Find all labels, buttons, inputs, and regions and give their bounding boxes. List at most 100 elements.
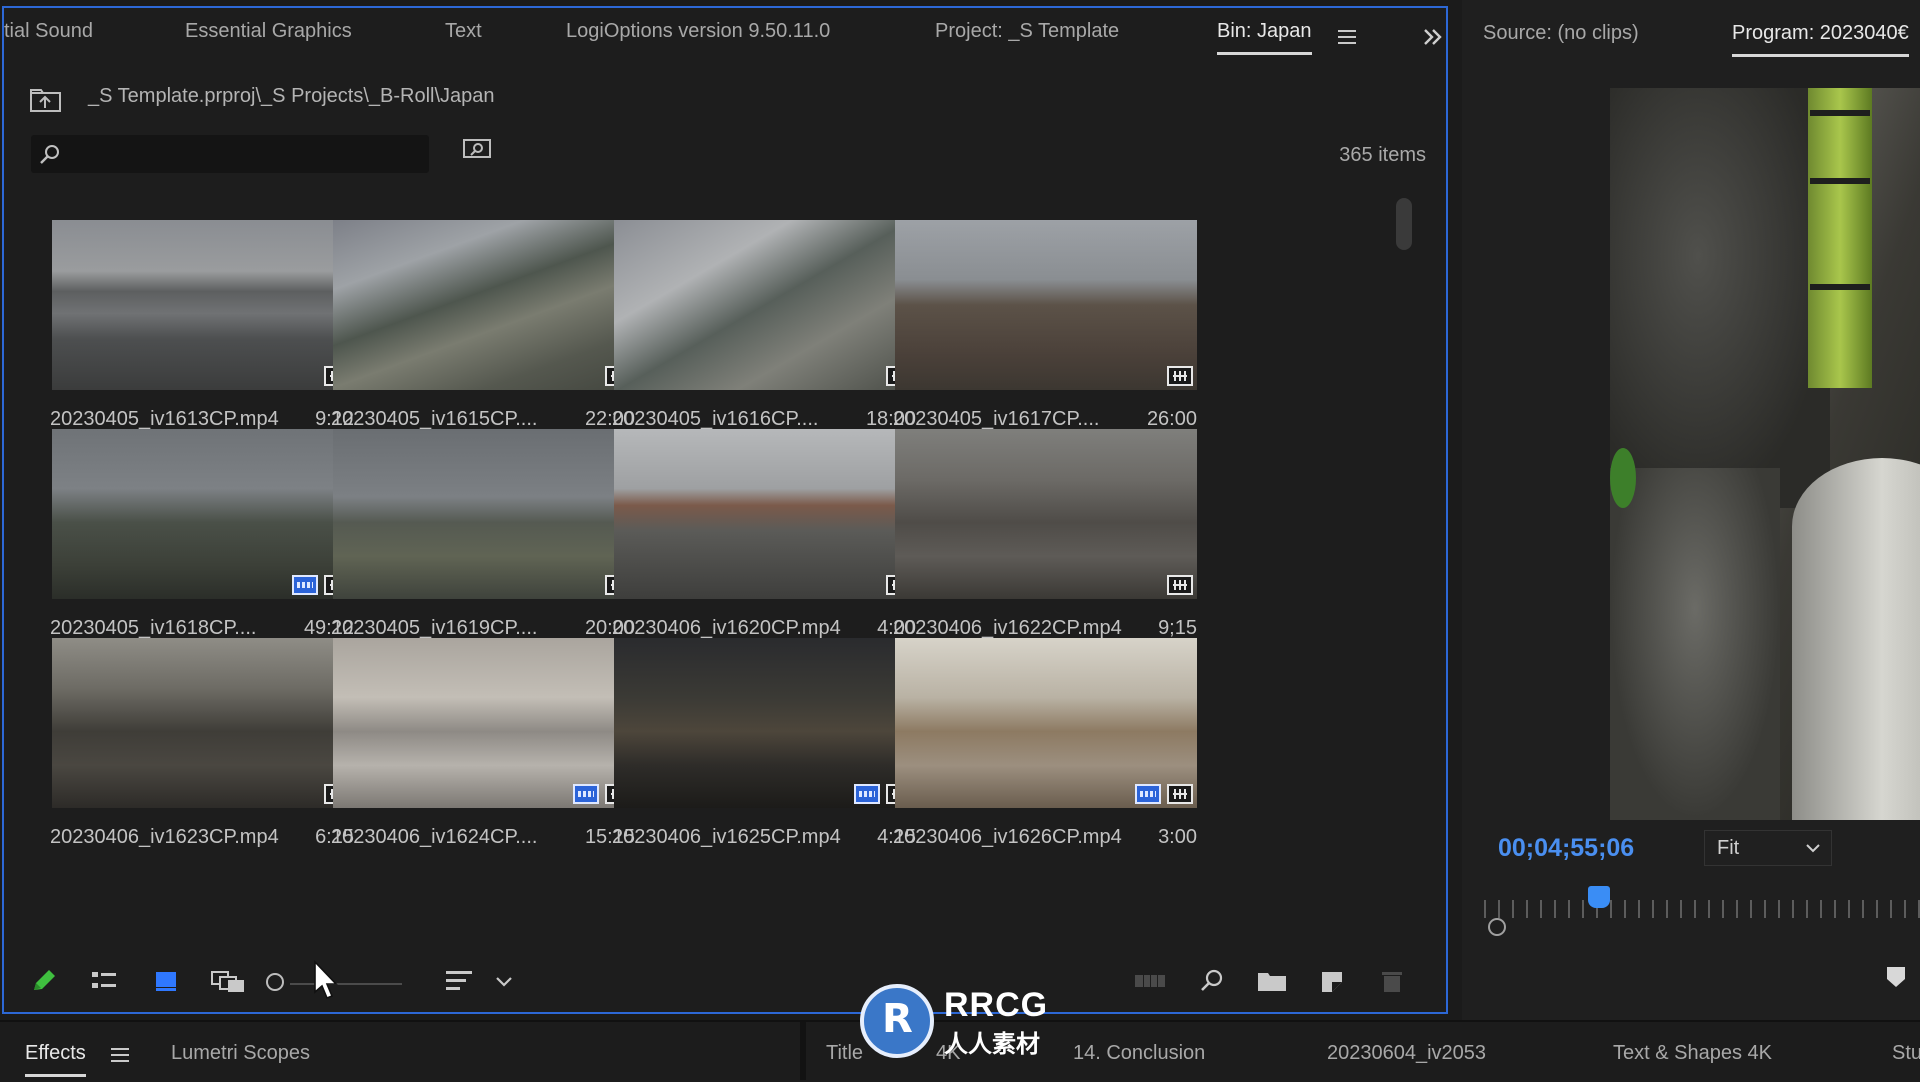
- clip-name[interactable]: 20230405_iv1617CP....: [893, 408, 1099, 431]
- find-in-bin-icon[interactable]: [462, 136, 492, 160]
- clip-thumbnail[interactable]: [614, 220, 916, 390]
- clip-tile[interactable]: 20230406_iv1620CP.mp4 4:00: [612, 429, 916, 669]
- clip-thumbnail[interactable]: [333, 638, 635, 808]
- clip-name[interactable]: 20230406_iv1622CP.mp4: [893, 617, 1122, 640]
- clip-name[interactable]: 20230405_iv1613CP.mp4: [50, 408, 279, 431]
- clip-name[interactable]: 20230405_iv1615CP....: [331, 408, 537, 431]
- fit-dropdown-value: Fit: [1717, 837, 1740, 859]
- double-chevron-right-icon[interactable]: [1422, 26, 1444, 48]
- chevron-down-icon[interactable]: [494, 968, 514, 994]
- bin-toolbar: [4, 956, 1450, 1006]
- clip-tile[interactable]: 20230405_iv1615CP.... 22:00: [331, 220, 635, 460]
- trash-icon: [1382, 972, 1402, 992]
- clip-tile[interactable]: 20230405_iv1618CP.... 49:12: [50, 429, 354, 669]
- icon-view-icon[interactable]: [152, 968, 180, 994]
- tab-source-monitor[interactable]: Source: (no clips): [1483, 22, 1639, 45]
- tab-sequence-20230604[interactable]: 20230604_iv2053: [1327, 1042, 1486, 1065]
- navigate-up-folder-icon[interactable]: [30, 88, 62, 112]
- mouse-cursor-icon: [314, 960, 338, 1000]
- freeform-view-icon[interactable]: [210, 968, 246, 994]
- panel-divider: [800, 1022, 806, 1080]
- clip-name[interactable]: 20230406_iv1626CP.mp4: [893, 826, 1122, 849]
- clip-thumbnail[interactable]: [895, 638, 1197, 808]
- new-bin-icon[interactable]: [1256, 968, 1288, 994]
- clip-tile[interactable]: 20230405_iv1617CP.... 26:00: [893, 220, 1197, 460]
- clip-name[interactable]: 20230406_iv1623CP.mp4: [50, 826, 279, 849]
- tab-essential-graphics[interactable]: Essential Graphics: [185, 20, 352, 43]
- clip-name[interactable]: 20230406_iv1624CP....: [331, 826, 537, 849]
- list-view-icon[interactable]: [90, 968, 118, 994]
- tab-logioptions[interactable]: LogiOptions version 9.50.11.0: [566, 20, 830, 43]
- program-timecode[interactable]: 00;04;55;06: [1498, 834, 1634, 863]
- automate-icon: [1135, 975, 1165, 987]
- search-icon: [40, 145, 59, 164]
- clip-name[interactable]: 20230405_iv1616CP....: [612, 408, 818, 431]
- clip-tile[interactable]: 20230406_iv1626CP.mp4 3:00: [893, 638, 1197, 878]
- panel-menu-icon[interactable]: [1338, 30, 1356, 44]
- clip-duration: 3:00: [1158, 826, 1197, 848]
- clip-name[interactable]: 20230406_iv1620CP.mp4: [612, 617, 841, 640]
- watermark-emblem-icon: [860, 984, 934, 1058]
- new-item-icon[interactable]: [1318, 968, 1346, 994]
- clip-thumbnail[interactable]: [895, 429, 1197, 599]
- bin-path: _S Template.prproj\_S Projects\_B-Roll\J…: [88, 85, 495, 107]
- video-usage-icon: [854, 784, 880, 804]
- clip-tile[interactable]: 20230405_iv1619CP.... 20:00: [331, 429, 635, 669]
- clip-thumbnail[interactable]: [614, 429, 916, 599]
- clip-name[interactable]: 20230405_iv1618CP....: [50, 617, 256, 640]
- tab-text[interactable]: Text: [445, 20, 482, 43]
- effects-menu-icon[interactable]: [111, 1048, 129, 1062]
- tab-stu[interactable]: Stu: [1892, 1042, 1920, 1065]
- tab-bin-japan[interactable]: Bin: Japan: [1217, 20, 1312, 55]
- chevron-down-icon: [1806, 844, 1820, 853]
- grid-scrollbar[interactable]: [1396, 198, 1412, 250]
- clip-duration: 9;15: [1158, 617, 1197, 639]
- tab-program-monitor[interactable]: Program: 2023040€: [1732, 22, 1909, 57]
- clip-duration: 26:00: [1146, 408, 1197, 430]
- project-bin-panel: tial Sound Essential Graphics Text LogiO…: [2, 6, 1448, 1014]
- clip-thumbnail[interactable]: [333, 220, 635, 390]
- find-icon[interactable]: [1198, 968, 1226, 994]
- tab-essential-sound[interactable]: tial Sound: [4, 20, 93, 43]
- items-count: 365 items: [1339, 144, 1426, 166]
- audio-video-clip-icon: [1167, 366, 1193, 386]
- clip-thumbnail[interactable]: [333, 429, 635, 599]
- video-usage-icon: [292, 575, 318, 595]
- sort-icon[interactable]: [444, 968, 476, 994]
- program-video-frame: [1610, 88, 1920, 820]
- search-input[interactable]: [31, 135, 429, 173]
- watermark-title: RRCG: [944, 986, 1049, 1024]
- tab-lumetri-scopes[interactable]: Lumetri Scopes: [171, 1042, 310, 1065]
- playhead[interactable]: [1588, 886, 1610, 908]
- fit-dropdown[interactable]: Fit: [1704, 830, 1832, 866]
- clip-tile[interactable]: 20230405_iv1613CP.mp4 9:12: [50, 220, 354, 460]
- zoom-slider-track[interactable]: [290, 983, 402, 985]
- clip-name[interactable]: 20230405_iv1619CP....: [331, 617, 537, 640]
- clip-thumbnail[interactable]: [52, 220, 354, 390]
- zoom-slider-knob[interactable]: [266, 973, 284, 991]
- clip-name[interactable]: 20230406_iv1625CP.mp4: [612, 826, 841, 849]
- marker-icon[interactable]: [1886, 966, 1906, 988]
- tab-project[interactable]: Project: _S Template: [935, 20, 1119, 43]
- tab-title-cards[interactable]: Title: [826, 1042, 863, 1065]
- clip-tile[interactable]: 20230406_iv1623CP.mp4 6:15: [50, 638, 354, 878]
- clip-tile[interactable]: 20230406_iv1624CP.... 15:15: [331, 638, 635, 878]
- audio-video-clip-icon: [1167, 575, 1193, 595]
- time-ruler[interactable]: [1484, 900, 1920, 918]
- tab-effects[interactable]: Effects: [25, 1042, 86, 1077]
- pencil-icon[interactable]: [30, 968, 58, 994]
- clip-thumbnail[interactable]: [52, 429, 354, 599]
- audio-video-clip-icon: [1167, 784, 1193, 804]
- clip-grid: 20230405_iv1613CP.mp4 9:12 20230405_iv1615…: [24, 196, 1429, 934]
- clip-tile[interactable]: 20230405_iv1616CP.... 18:00: [612, 220, 916, 460]
- clip-thumbnail[interactable]: [895, 220, 1197, 390]
- clip-tile[interactable]: 20230406_iv1625CP.mp4 4:15: [612, 638, 916, 878]
- zoom-scroll-knob[interactable]: [1488, 918, 1506, 936]
- watermark-subtitle: 人人素材: [944, 1031, 1040, 1058]
- tab-text-shapes-4k[interactable]: Text & Shapes 4K: [1613, 1042, 1772, 1065]
- video-usage-icon: [573, 784, 599, 804]
- clip-thumbnail[interactable]: [52, 638, 354, 808]
- clip-tile[interactable]: 20230406_iv1622CP.mp4 9;15: [893, 429, 1197, 669]
- clip-thumbnail[interactable]: [614, 638, 916, 808]
- tab-conclusion[interactable]: 14. Conclusion: [1073, 1042, 1205, 1065]
